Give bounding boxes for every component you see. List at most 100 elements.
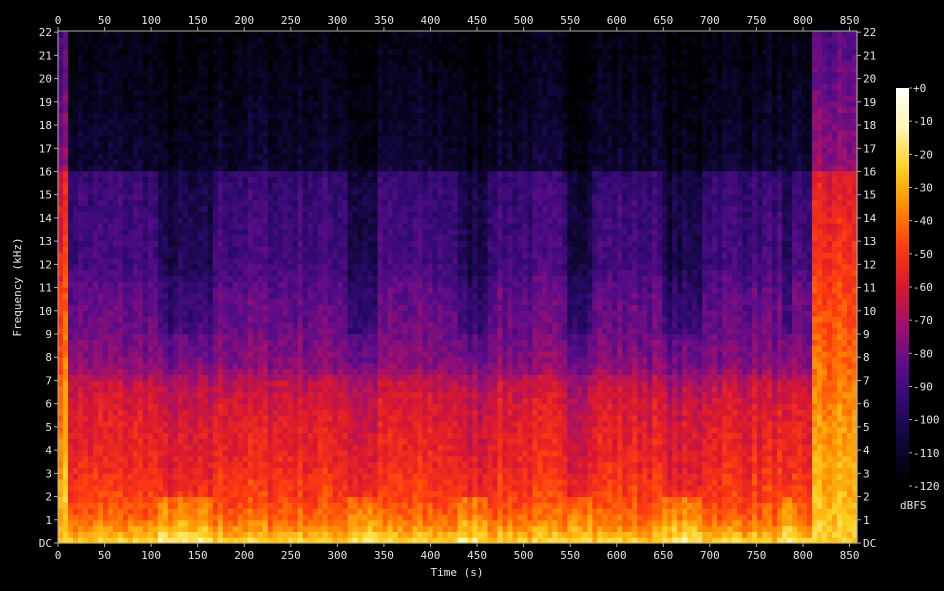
spectrogram-cell — [332, 36, 339, 44]
spectrogram-cell — [292, 479, 299, 486]
spectrogram-cell — [332, 100, 339, 108]
spectrogram-cell — [227, 60, 234, 67]
spectrogram-cell — [187, 397, 194, 404]
spectrogram-cell — [307, 252, 314, 259]
spectrogram-cell — [182, 205, 189, 212]
spectrogram-cell — [257, 339, 264, 346]
spectrogram-cell — [182, 193, 189, 201]
spectrogram-cell — [67, 420, 74, 428]
spectrogram-cell — [122, 263, 129, 271]
spectrogram-cell — [117, 48, 124, 55]
spectrogram-cell — [72, 100, 79, 108]
spectrogram-cell — [237, 513, 244, 521]
spectrogram-cell — [67, 519, 74, 527]
spectrogram-cell — [182, 409, 189, 416]
spectrogram-cell — [202, 327, 209, 335]
spectrogram-cell — [152, 42, 159, 50]
spectrogram-cell — [162, 432, 169, 439]
spectrogram-cell — [82, 234, 89, 242]
spectrogram-cell — [307, 217, 314, 224]
spectrogram-cell — [282, 240, 289, 247]
spectrogram-cell — [207, 385, 214, 393]
spectrogram-cell — [92, 141, 99, 148]
spectrogram-cell — [147, 65, 154, 73]
spectrogram-cell — [172, 385, 179, 393]
spectrogram-cell — [312, 65, 319, 73]
spectrogram-cell — [102, 327, 109, 335]
spectrogram-cell — [192, 193, 199, 201]
spectrogram-cell — [252, 432, 259, 439]
spectrogram-cell — [187, 519, 194, 527]
spectrogram-cell — [277, 531, 284, 538]
spectrogram-cell — [177, 513, 184, 521]
spectrogram-cell — [277, 246, 284, 253]
spectrogram-cell — [222, 473, 229, 480]
spectrogram-cell — [282, 484, 289, 492]
spectrogram-cell — [58, 36, 64, 44]
spectrogram-cell — [67, 525, 74, 532]
spectrogram-cell — [182, 71, 189, 79]
spectrogram-cell — [212, 89, 219, 96]
spectrogram-cell — [117, 129, 124, 137]
spectrogram-cell — [327, 252, 334, 259]
spectrogram-cell — [217, 65, 224, 73]
spectrogram-cell — [77, 281, 84, 288]
spectrogram-cell — [92, 252, 99, 259]
spectrogram-cell — [202, 385, 209, 393]
spectrogram-cell — [322, 153, 329, 160]
spectrogram-cell — [162, 164, 169, 172]
spectrogram-cell — [167, 426, 174, 434]
spectrogram-cell — [58, 275, 64, 282]
spectrogram-cell — [327, 100, 334, 108]
spectrogram-cell — [242, 316, 249, 323]
spectrogram-cell — [327, 339, 334, 346]
spectrogram-cell — [152, 321, 159, 329]
spectrogram-cell — [222, 182, 229, 189]
spectrogram-cell — [132, 228, 139, 236]
spectrogram-cell — [97, 467, 104, 474]
spectrogram-cell — [312, 60, 319, 67]
spectrogram-cell — [272, 513, 279, 521]
spectrogram-cell — [77, 490, 84, 498]
spectrogram-cell — [262, 147, 269, 154]
spectrogram-cell — [97, 112, 104, 119]
spectrogram-cell — [267, 473, 274, 480]
spectrogram-cell — [117, 351, 124, 358]
spectrogram-cell — [227, 479, 234, 486]
spectrogram-cell — [87, 246, 94, 253]
spectrogram-cell — [287, 153, 294, 160]
spectrogram-cell — [227, 415, 234, 422]
spectrogram-cell — [127, 124, 134, 131]
spectrogram-cell — [192, 48, 199, 55]
spectrogram-cell — [237, 356, 244, 364]
spectrogram-cell — [197, 449, 204, 457]
spectrogram-cell — [262, 71, 269, 79]
spectrogram-cell — [132, 170, 139, 178]
spectrogram-cell — [312, 496, 319, 503]
spectrogram-cell — [232, 415, 239, 422]
spectrogram-cell — [122, 385, 129, 393]
spectrogram-cell — [72, 287, 79, 294]
spectrogram-cell — [237, 205, 244, 212]
spectrogram-cell — [272, 135, 279, 143]
spectrogram-cell — [58, 48, 64, 55]
spectrogram-cell — [152, 223, 159, 230]
spectrogram-cell — [327, 223, 334, 230]
spectrogram-cell — [257, 54, 264, 61]
spectrogram-cell — [282, 490, 289, 498]
spectrogram-cell — [242, 71, 249, 79]
spectrogram-cell — [327, 193, 334, 201]
spectrogram-cell — [192, 223, 199, 230]
spectrogram-cell — [192, 444, 199, 451]
spectrogram-cell — [147, 77, 154, 84]
spectrogram-cell — [102, 287, 109, 294]
spectrogram-cell — [137, 95, 144, 102]
spectrogram-cell — [127, 118, 134, 125]
spectrogram-cell — [282, 176, 289, 183]
spectrogram-cell — [257, 426, 264, 434]
spectrogram-cell — [337, 444, 344, 451]
spectrogram-cell — [142, 135, 149, 143]
spectrogram-cell — [102, 124, 109, 131]
spectrogram-cell — [312, 310, 319, 317]
spectrogram-cell — [182, 246, 189, 253]
